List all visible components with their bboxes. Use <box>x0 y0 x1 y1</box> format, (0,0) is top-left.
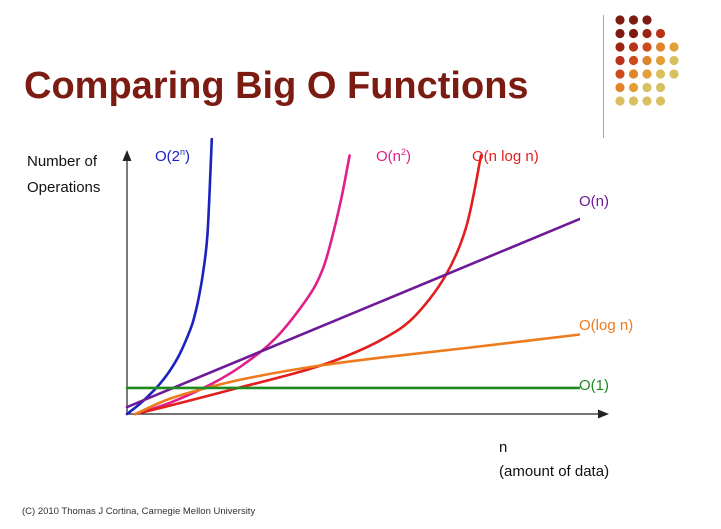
series-label-o2n: O(2n) <box>155 147 190 165</box>
x-axis-label-line-2: (amount of data) <box>499 463 609 480</box>
x-axis-label-line-1: n <box>499 439 507 456</box>
series-label-onlogn: O(n log n) <box>472 148 539 165</box>
series-label-on2: O(n2) <box>376 147 411 165</box>
series-label-ologn: O(log n) <box>579 317 633 334</box>
big-o-chart: Number of Operations n (amount of data) … <box>27 137 633 480</box>
y-axis-label-line-2: Operations <box>27 179 100 196</box>
y-axis-label-line-1: Number of <box>27 153 98 170</box>
series-label-o1: O(1) <box>579 377 609 394</box>
series-line-ologn <box>134 333 580 416</box>
copyright-footer: (C) 2010 Thomas J Cortina, Carnegie Mell… <box>22 506 256 517</box>
series-label-on: O(n) <box>579 193 609 210</box>
series-line-o2n <box>125 137 214 416</box>
series-lines <box>125 137 580 416</box>
series-line-onlogn <box>134 154 483 416</box>
y-axis-arrow <box>122 150 132 161</box>
x-axis-arrow <box>598 409 609 419</box>
